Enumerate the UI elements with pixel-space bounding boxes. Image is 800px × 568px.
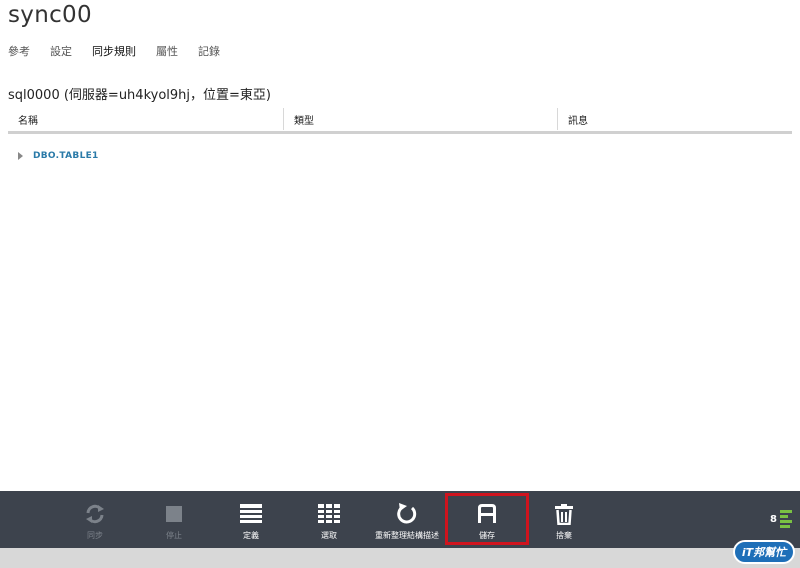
sync-icon (84, 500, 106, 528)
column-header-name[interactable]: 名稱 (8, 108, 284, 130)
discard-label: 捨棄 (556, 531, 572, 540)
stop-button[interactable]: 停止 (153, 491, 195, 548)
column-header-type[interactable]: 類型 (284, 108, 558, 130)
tab-references[interactable]: 參考 (8, 45, 30, 59)
tab-logs[interactable]: 記錄 (198, 45, 220, 59)
bottom-strip (0, 548, 800, 568)
watermark-logo: iT邦幫忙 (733, 540, 795, 564)
define-button[interactable]: 定義 (228, 491, 274, 548)
sync-label: 同步 (87, 531, 103, 540)
stop-label: 停止 (166, 531, 182, 540)
save-highlight-frame (445, 493, 529, 545)
define-icon (240, 500, 262, 528)
status-bars-icon[interactable] (780, 510, 792, 530)
database-label: sql0000 (伺服器=uh4kyol9hj，位置=東亞) (8, 88, 271, 103)
refresh-icon (396, 500, 418, 528)
refresh-schema-button[interactable]: 重新整理結構描述 (366, 491, 448, 548)
select-label: 選取 (321, 531, 337, 540)
table-row[interactable]: DBO.TABLE1 (18, 151, 99, 161)
notification-count[interactable]: 8 (770, 514, 777, 525)
column-header-message[interactable]: 訊息 (558, 108, 792, 130)
select-button[interactable]: 選取 (306, 491, 352, 548)
command-bar: 同步 停止 定義 選取 重新整理結構描述 儲存 捨棄 (0, 491, 800, 548)
tab-properties[interactable]: 屬性 (156, 45, 178, 59)
sync-button[interactable]: 同步 (74, 491, 116, 548)
tab-sync-rules[interactable]: 同步規則 (92, 45, 136, 59)
tab-bar: 參考 設定 同步規則 屬性 記錄 (8, 45, 240, 59)
table-name-link[interactable]: DBO.TABLE1 (33, 151, 99, 161)
stop-icon (165, 500, 183, 528)
refresh-schema-label: 重新整理結構描述 (375, 531, 439, 540)
table-header: 名稱 類型 訊息 (8, 108, 792, 134)
define-label: 定義 (243, 531, 259, 540)
page-title: sync00 (8, 2, 92, 28)
expand-arrow-icon[interactable] (18, 152, 23, 160)
discard-button[interactable]: 捨棄 (542, 491, 586, 548)
tab-configure[interactable]: 設定 (50, 45, 72, 59)
trash-icon (555, 500, 573, 528)
select-grid-icon (318, 500, 340, 528)
